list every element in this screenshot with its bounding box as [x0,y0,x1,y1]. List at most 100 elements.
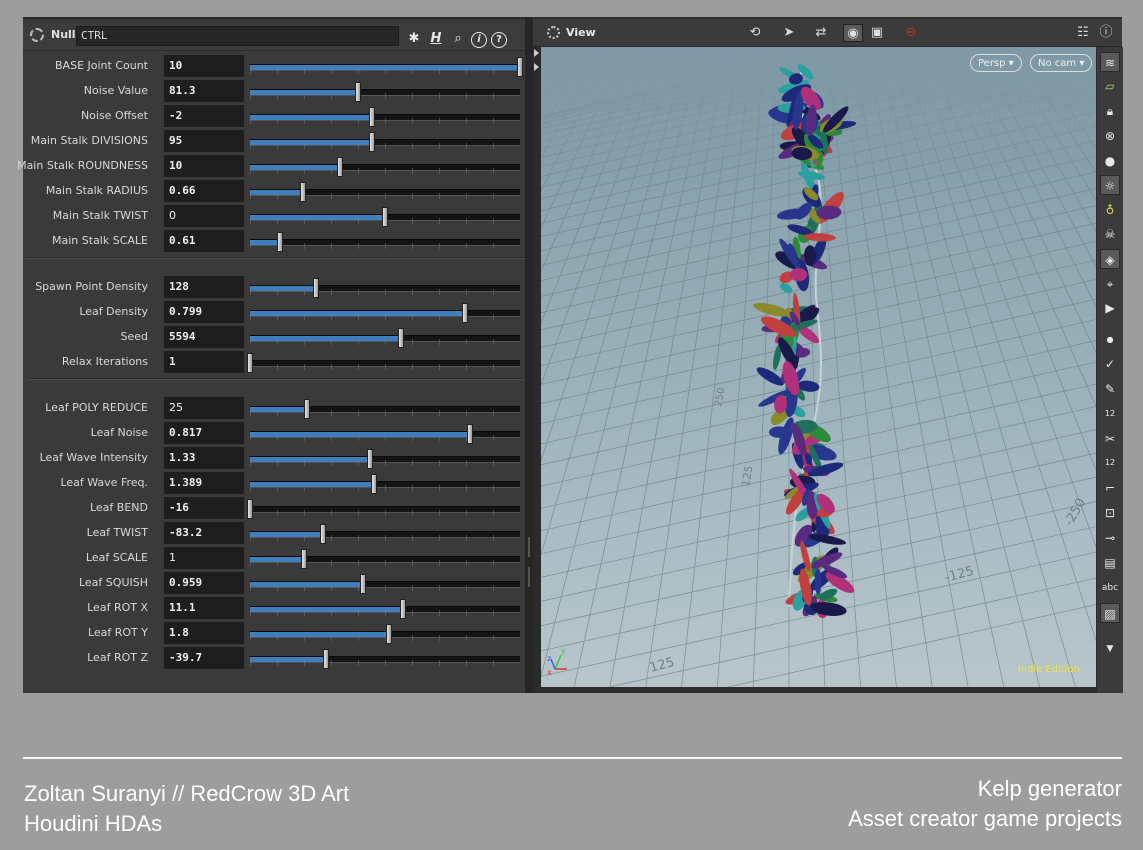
slider-handle[interactable] [371,474,378,494]
slider-handle[interactable] [319,524,326,544]
layout-icon[interactable]: ☷ [1073,24,1093,42]
snapshot-icon[interactable]: ▣ [867,24,887,42]
parameter-slider[interactable] [250,82,520,102]
parameter-slider[interactable] [250,132,520,152]
transform-icon[interactable]: ⊡ [1100,503,1120,523]
parameter-value-field[interactable]: 0.799 [164,301,244,323]
parameter-slider[interactable] [250,549,520,569]
slider-handle[interactable] [399,599,406,619]
camera-menu[interactable]: Persp ▾ [970,54,1022,72]
parameter-value-field[interactable]: -16 [164,497,244,519]
viewport-settings-icon[interactable] [547,26,560,39]
cam-menu[interactable]: No cam ▾ [1030,54,1093,72]
splitter-grip[interactable] [528,537,530,557]
slider-handle[interactable] [360,574,367,594]
pick-tool-icon[interactable]: ➤ [779,24,799,42]
ghost-icon[interactable]: ▱ [1100,76,1120,96]
parameter-slider[interactable] [250,182,520,202]
number-icon[interactable]: 12 [1100,404,1120,424]
slider-handle[interactable] [368,132,375,152]
slider-handle[interactable] [517,57,523,77]
slider-handle[interactable] [276,232,283,252]
help-icon[interactable]: ⓘ [1096,24,1116,42]
stop-icon[interactable]: ⊖ [901,24,921,42]
parameter-value-field[interactable]: 10 [164,55,244,77]
display-options-icon[interactable]: ≋ [1100,52,1120,72]
slider-handle[interactable] [368,107,375,127]
parameter-value-field[interactable]: -83.2 [164,522,244,544]
slider-handle[interactable] [303,399,310,419]
handle-tool-icon[interactable]: ⇄ [811,24,831,42]
parameter-slider[interactable] [250,157,520,177]
slider-handle[interactable] [461,303,468,323]
lock-icon[interactable]: 🔒︎ [1100,101,1120,121]
parameter-value-field[interactable]: 1 [164,547,244,569]
viewport-bottom-bar[interactable] [541,687,1096,693]
brush-icon[interactable]: ✓ [1100,354,1120,374]
parameter-value-field[interactable]: 1.8 [164,622,244,644]
slider-handle[interactable] [386,624,393,644]
info-icon[interactable]: i [471,32,487,48]
pivot-icon[interactable]: ⊸ [1100,528,1120,548]
parameter-value-field[interactable]: 5594 [164,326,244,348]
parameter-value-field[interactable]: 81.3 [164,80,244,102]
background-icon[interactable]: ▨ [1100,603,1120,623]
number-icon[interactable]: 12 [1100,453,1120,473]
parameter-slider[interactable] [250,328,520,348]
gear-icon[interactable]: ✱ [405,30,423,48]
parameter-value-field[interactable]: -2 [164,105,244,127]
parameter-slider[interactable] [250,399,520,419]
parameter-slider[interactable] [250,449,520,469]
parameter-value-field[interactable]: 0 [164,205,244,227]
slider-handle[interactable] [299,182,306,202]
scroll-down-icon[interactable]: ▼ [1100,639,1120,659]
viewport-tab-title[interactable]: View [566,26,596,39]
parameter-slider[interactable] [250,574,520,594]
null-node-icon[interactable] [30,28,44,42]
expand-arrow-icon[interactable] [534,63,539,71]
3d-viewport[interactable]: 125 -125 -250 125 250 x y z Persp ▾ No c… [541,47,1096,687]
parameter-value-field[interactable]: 1 [164,351,244,373]
parameter-slider[interactable] [250,207,520,227]
corner-icon[interactable]: ⌐ [1100,478,1120,498]
parameter-value-field[interactable]: 0.66 [164,180,244,202]
parameter-value-field[interactable]: 95 [164,130,244,152]
view-mode-icon[interactable]: ◉ [843,24,863,42]
parameter-value-field[interactable]: 11.1 [164,597,244,619]
parameter-value-field[interactable]: 10 [164,155,244,177]
snap-icon[interactable]: ⊗ [1100,126,1120,146]
slider-handle[interactable] [367,449,374,469]
search-icon[interactable]: ⌕ [449,30,467,48]
slider-handle[interactable] [322,649,329,669]
help-icon[interactable]: ? [491,32,507,48]
slider-handle[interactable] [247,499,253,519]
scissors-icon[interactable]: ✂ [1100,429,1120,449]
text-label-icon[interactable]: abc [1100,578,1120,598]
camera-icon[interactable]: ⌖ [1100,274,1120,294]
node-name-field[interactable]: CTRL [76,26,399,46]
parameter-slider[interactable] [250,599,520,619]
slider-handle[interactable] [337,157,344,177]
shading-icon[interactable]: ● [1100,151,1120,171]
parameter-slider[interactable] [250,524,520,544]
parameter-slider[interactable] [250,424,520,444]
parameter-value-field[interactable]: 0.61 [164,230,244,252]
parameter-value-field[interactable]: 1.389 [164,472,244,494]
parameter-slider[interactable] [250,649,520,669]
slider-handle[interactable] [382,207,388,227]
parameter-value-field[interactable]: 25 [164,397,244,419]
expand-arrow-icon[interactable] [534,49,539,57]
parameter-value-field[interactable]: 0.959 [164,572,244,594]
pen-icon[interactable]: ✎ [1100,379,1120,399]
parameter-slider[interactable] [250,232,520,252]
parameter-slider[interactable] [250,303,520,323]
render-icon[interactable]: ◈ [1100,249,1120,269]
headlight-icon[interactable]: ♁ [1100,200,1120,220]
slider-handle[interactable] [398,328,405,348]
houdini-h-icon[interactable]: H [427,30,445,48]
layers-icon[interactable]: ▤ [1100,553,1120,573]
slider-handle[interactable] [247,353,253,373]
skeleton-icon[interactable]: ☠ [1100,224,1120,244]
slider-handle[interactable] [355,82,361,102]
parameter-value-field[interactable]: 1.33 [164,447,244,469]
